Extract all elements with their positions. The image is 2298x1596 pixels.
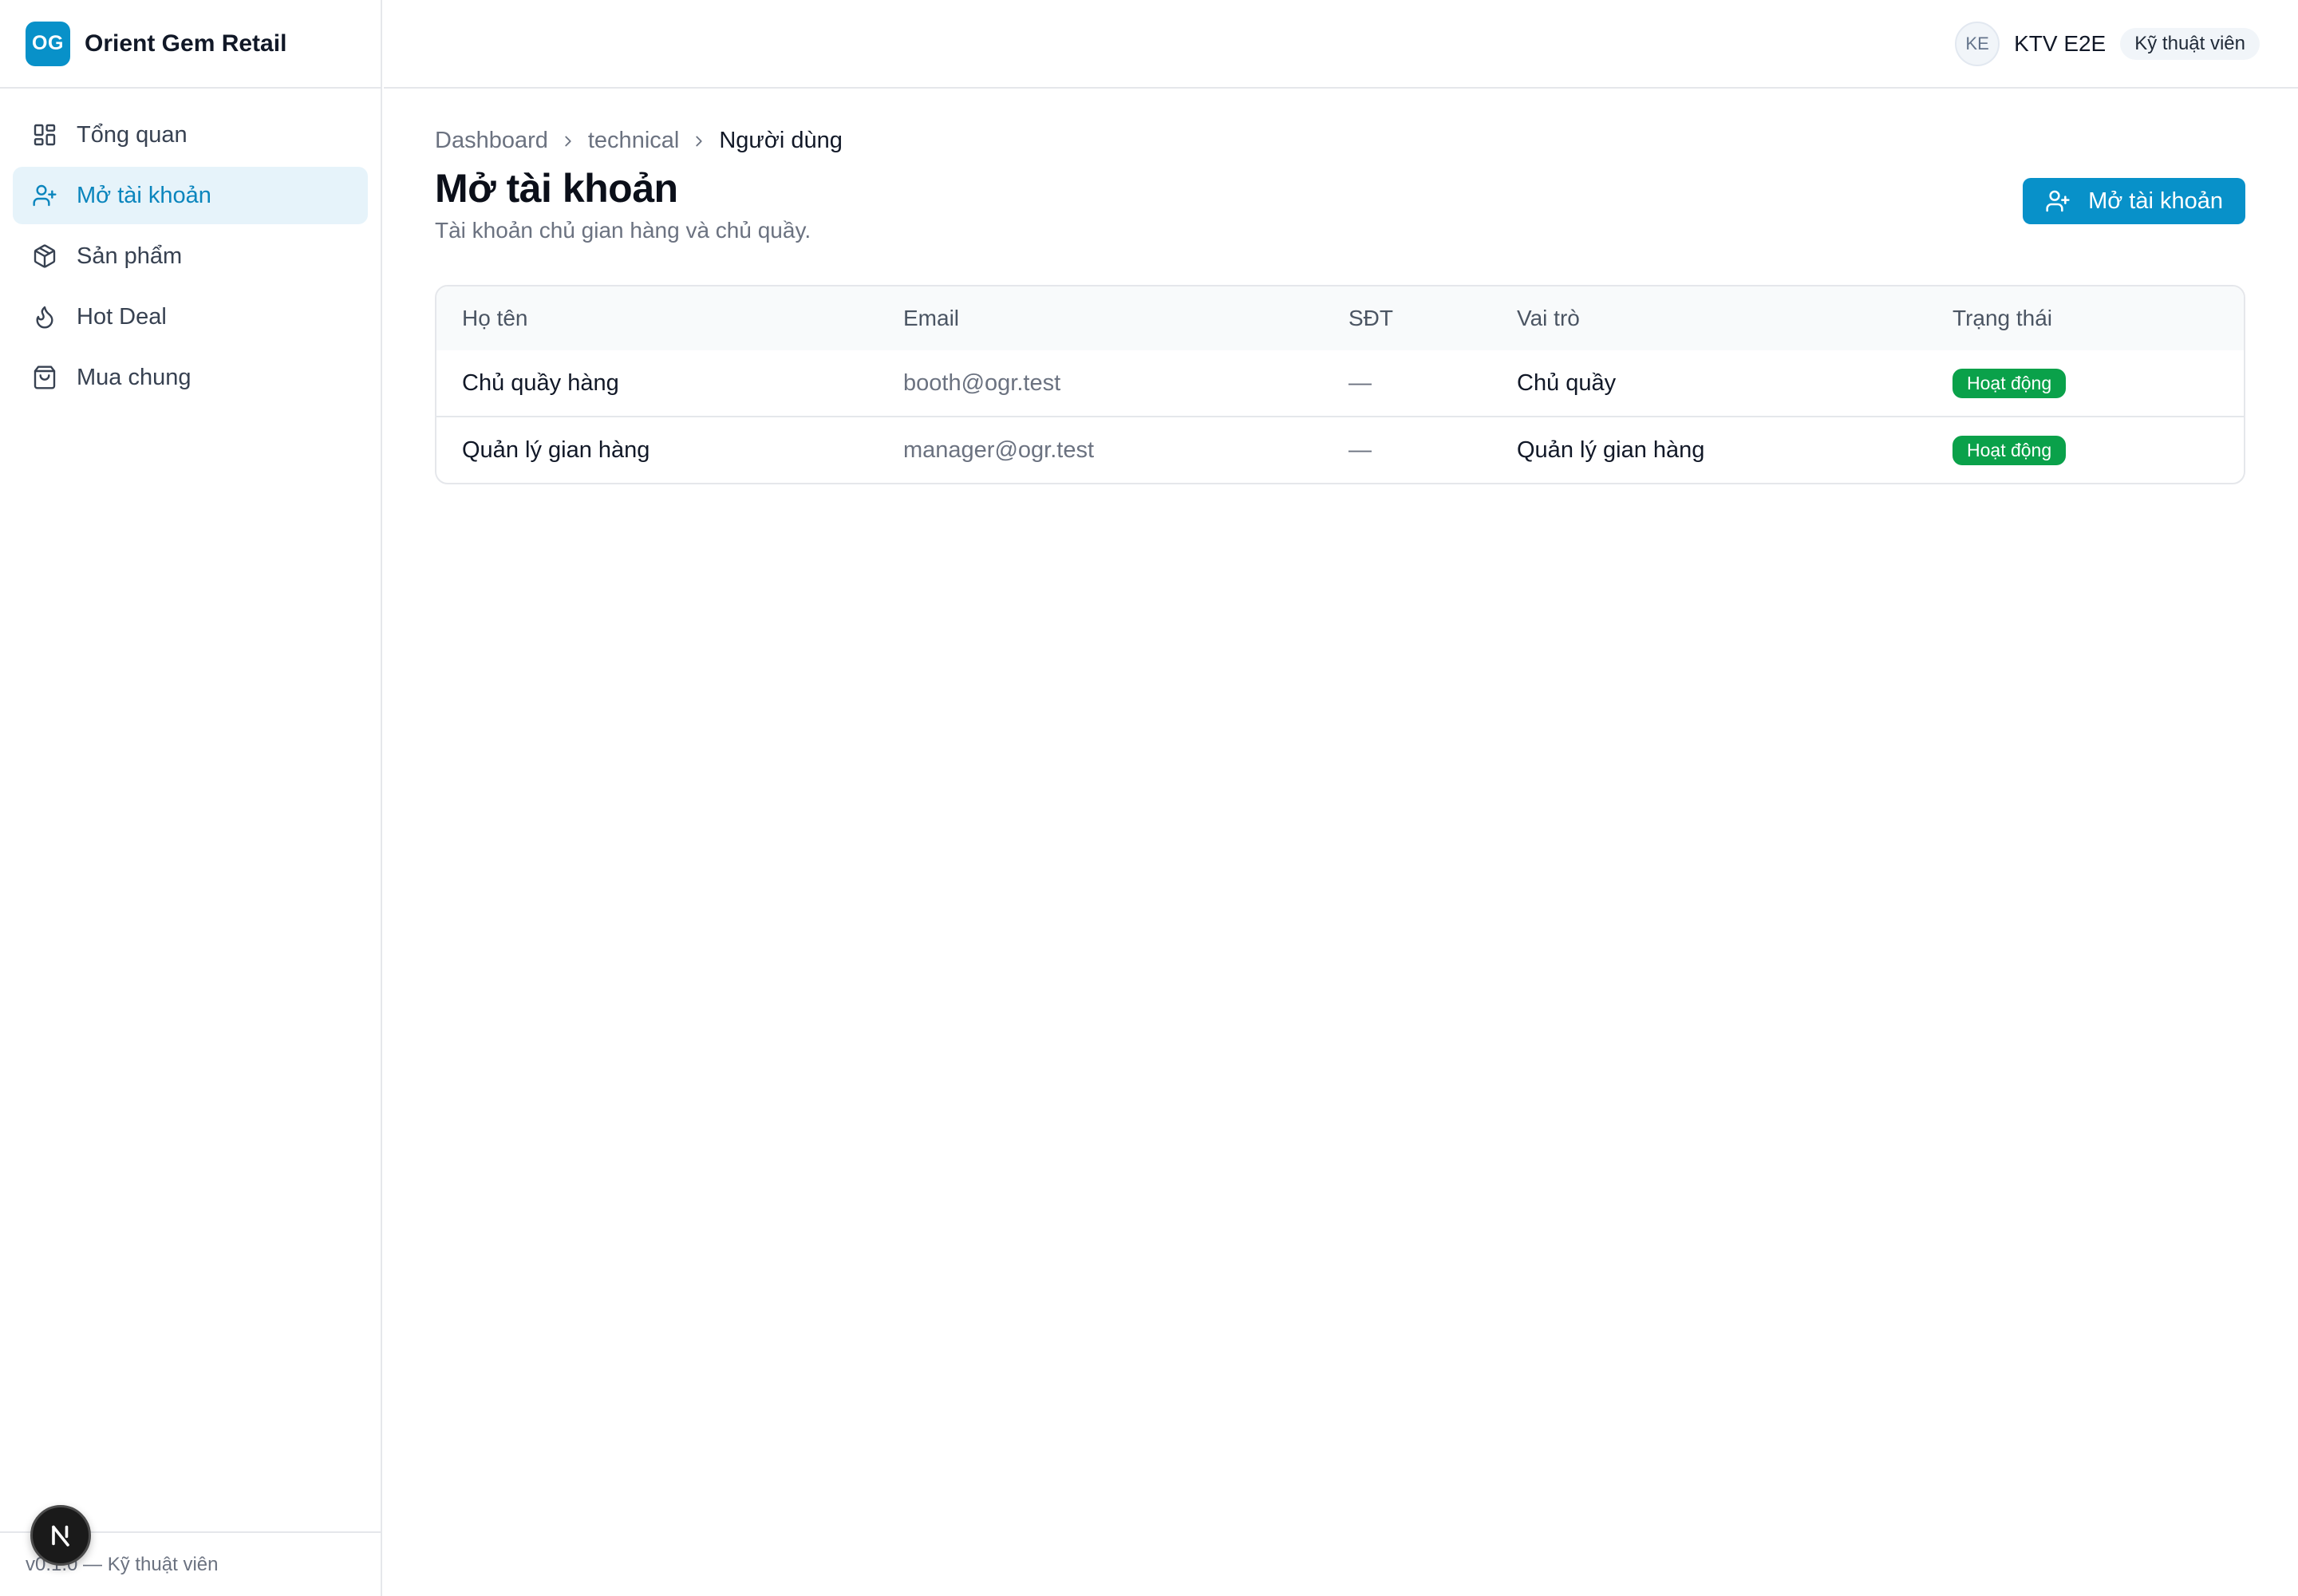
page-subtitle: Tài khoản chủ gian hàng và chủ quầy. bbox=[435, 218, 811, 243]
sidebar-item-overview[interactable]: Tổng quan bbox=[13, 106, 368, 164]
column-header-role: Vai trò bbox=[1491, 286, 1927, 350]
flame-icon bbox=[36, 306, 53, 329]
shopping-bag-icon bbox=[34, 365, 56, 389]
cell-name: Quản lý gian hàng bbox=[436, 416, 878, 483]
cell-role: Quản lý gian hàng bbox=[1491, 416, 1927, 483]
package-icon bbox=[34, 244, 56, 268]
breadcrumb-technical[interactable]: technical bbox=[588, 128, 679, 154]
chevron-right-icon bbox=[559, 132, 577, 150]
avatar[interactable]: KE bbox=[1955, 21, 2000, 66]
accounts-table: Họ tên Email SĐT Vai trò Trạng thái Chủ … bbox=[436, 286, 2244, 483]
sidebar-nav: Tổng quan Mở tài khoản Sản phẩm Hot Deal… bbox=[0, 89, 381, 406]
status-badge: Hoạt động bbox=[1953, 368, 2067, 398]
user-plus-icon bbox=[2046, 190, 2070, 212]
table-row[interactable]: Quản lý gian hàng manager@ogr.test — Quả… bbox=[436, 416, 2244, 483]
column-header-name: Họ tên bbox=[436, 286, 878, 350]
status-badge: Hoạt động bbox=[1953, 435, 2067, 465]
column-header-phone: SĐT bbox=[1323, 286, 1491, 350]
topbar: KE KTV E2E Kỹ thuật viên bbox=[384, 0, 2298, 89]
nextjs-icon bbox=[52, 1525, 69, 1547]
breadcrumb-current: Người dùng bbox=[719, 128, 843, 153]
cell-name: Chủ quầy hàng bbox=[462, 369, 619, 396]
brand[interactable]: OG Orient Gem Retail bbox=[0, 0, 381, 89]
breadcrumb: Dashboard technical Người dùng bbox=[435, 128, 2245, 154]
sidebar-item-label: Mua chung bbox=[77, 364, 192, 390]
chevron-right-icon bbox=[690, 132, 708, 150]
brand-logo: OG bbox=[26, 21, 70, 66]
table-header-row: Họ tên Email SĐT Vai trò Trạng thái bbox=[436, 286, 2244, 350]
sidebar-item-open-account[interactable]: Mở tài khoản bbox=[13, 167, 368, 224]
column-header-email: Email bbox=[878, 286, 1323, 350]
sidebar-item-label: Tổng quan bbox=[77, 121, 188, 148]
sidebar-item-label: Hot Deal bbox=[77, 303, 167, 330]
cell-email: manager@ogr.test bbox=[878, 416, 1323, 483]
brand-name: Orient Gem Retail bbox=[85, 30, 287, 57]
app-root: OG Orient Gem Retail Tổng quan Mở tài kh… bbox=[0, 0, 2298, 1596]
sidebar-item-products[interactable]: Sản phẩm bbox=[13, 227, 368, 285]
accounts-table-card: Họ tên Email SĐT Vai trò Trạng thái Chủ … bbox=[435, 285, 2245, 484]
cell-status: Hoạt động bbox=[1927, 416, 2244, 483]
sidebar-item-group-buy[interactable]: Mua chung bbox=[13, 349, 368, 406]
dashboard-grid-icon bbox=[34, 124, 56, 146]
sidebar: OG Orient Gem Retail Tổng quan Mở tài kh… bbox=[0, 0, 382, 1596]
role-badge: Kỹ thuật viên bbox=[2120, 27, 2260, 60]
open-account-button[interactable]: Mở tài khoản bbox=[2023, 178, 2245, 224]
page-title: Mở tài khoản bbox=[435, 166, 678, 211]
breadcrumb-dashboard[interactable]: Dashboard bbox=[435, 128, 548, 154]
page-heading-group: Mở tài khoản Tài khoản chủ gian hàng và … bbox=[435, 165, 811, 243]
sidebar-item-label: Mở tài khoản bbox=[77, 182, 211, 208]
cell-phone: — bbox=[1323, 416, 1491, 483]
cell-status: Hoạt động bbox=[1927, 350, 2244, 417]
table-row[interactable]: Chủ quầy hàng booth@ogr.test — Chủ quầy … bbox=[436, 350, 2244, 417]
column-header-status: Trạng thái bbox=[1927, 286, 2244, 350]
sidebar-item-label: Sản phẩm bbox=[77, 243, 183, 269]
cell-role: Chủ quầy bbox=[1517, 369, 1617, 396]
page-header: Mở tài khoản Tài khoản chủ gian hàng và … bbox=[435, 165, 2245, 243]
cell-phone: — bbox=[1348, 369, 1372, 396]
nextjs-dev-badge[interactable] bbox=[30, 1505, 91, 1566]
sidebar-item-hot-deal[interactable]: Hot Deal bbox=[13, 288, 368, 346]
cell-email: booth@ogr.test bbox=[903, 369, 1061, 396]
user-plus-icon bbox=[33, 184, 57, 207]
open-account-button-label: Mở tài khoản bbox=[2088, 188, 2223, 214]
main-content: Dashboard technical Người dùng Mở tài kh… bbox=[435, 89, 2245, 484]
user-name: KTV E2E bbox=[2014, 30, 2106, 56]
